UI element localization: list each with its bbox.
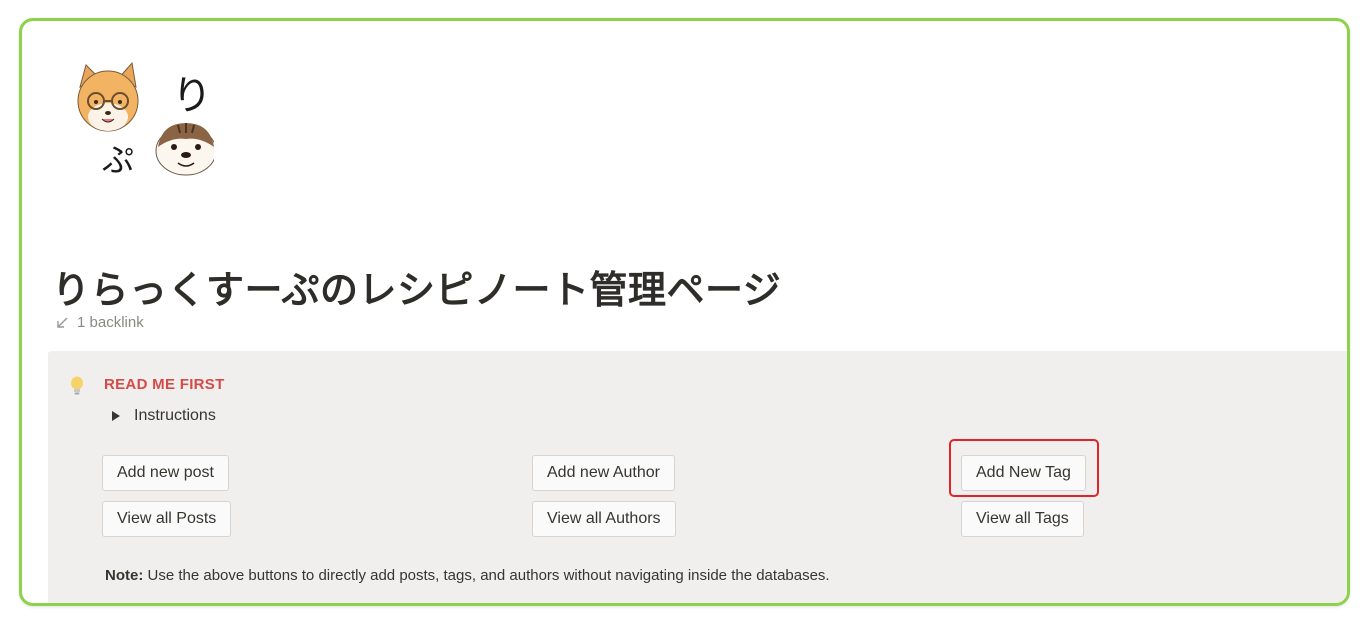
readme-heading: READ ME FIRST bbox=[104, 376, 225, 393]
readme-callout: READ ME FIRST Instructions Add new post … bbox=[48, 351, 1347, 603]
arrow-down-left-icon bbox=[57, 317, 68, 328]
view-all-posts-button[interactable]: View all Posts bbox=[102, 501, 232, 537]
instructions-label: Instructions bbox=[134, 407, 216, 424]
logo-char-pu: ぷ bbox=[102, 141, 134, 179]
page-title: りらっくすーぷのレシピノート管理ページ bbox=[52, 268, 782, 312]
note-label: Note: bbox=[105, 567, 144, 584]
add-new-author-button[interactable]: Add new Author bbox=[532, 455, 675, 491]
lightbulb-icon[interactable] bbox=[68, 375, 86, 397]
note-body: Use the above buttons to directly add po… bbox=[143, 567, 830, 584]
add-new-post-button[interactable]: Add new post bbox=[102, 455, 229, 491]
instructions-toggle[interactable]: Instructions bbox=[112, 407, 216, 425]
note-text: Note: Use the above buttons to directly … bbox=[105, 567, 830, 584]
add-new-tag-button[interactable]: Add New Tag bbox=[961, 455, 1086, 491]
backlink-label: 1 backlink bbox=[77, 314, 144, 331]
logo-char-ri: り bbox=[172, 73, 212, 119]
otter-icon bbox=[155, 123, 214, 176]
shiba-dog-icon bbox=[77, 61, 139, 132]
page-icon-logo[interactable]: り ぷ bbox=[74, 59, 214, 179]
view-all-authors-button[interactable]: View all Authors bbox=[532, 501, 676, 537]
page-frame: り ぷ りらっくすーぷのレシピノート管理ページ 1 backlink READ … bbox=[19, 18, 1350, 606]
toggle-triangle-icon[interactable] bbox=[112, 411, 120, 421]
view-all-tags-button[interactable]: View all Tags bbox=[961, 501, 1084, 537]
backlink-link[interactable]: 1 backlink bbox=[56, 314, 144, 331]
